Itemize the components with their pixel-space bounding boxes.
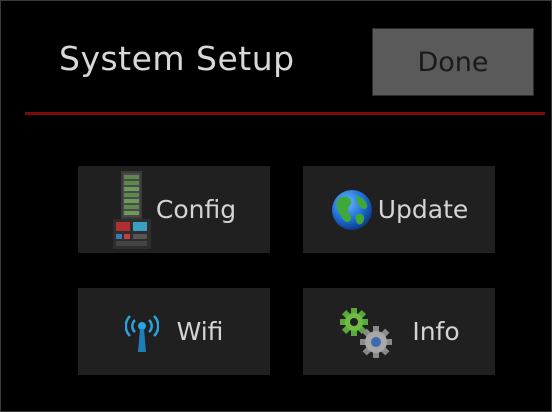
gears-icon xyxy=(338,304,398,360)
header-divider xyxy=(25,112,545,115)
globe-icon xyxy=(330,188,374,232)
info-button[interactable]: Info xyxy=(303,288,495,375)
wifi-label: Wifi xyxy=(176,317,224,346)
page-title: System Setup xyxy=(59,39,295,78)
wifi-button[interactable]: Wifi xyxy=(78,288,270,375)
server-rack-icon xyxy=(112,170,152,249)
wifi-antenna-icon xyxy=(124,310,159,354)
update-button[interactable]: Update xyxy=(303,166,495,253)
system-setup-screen: System Setup Done Config Update Wifi Inf… xyxy=(0,0,552,412)
done-button[interactable]: Done xyxy=(372,28,534,96)
update-label: Update xyxy=(377,195,469,224)
config-label: Config xyxy=(155,195,237,224)
config-button[interactable]: Config xyxy=(78,166,270,253)
info-label: Info xyxy=(412,317,460,346)
